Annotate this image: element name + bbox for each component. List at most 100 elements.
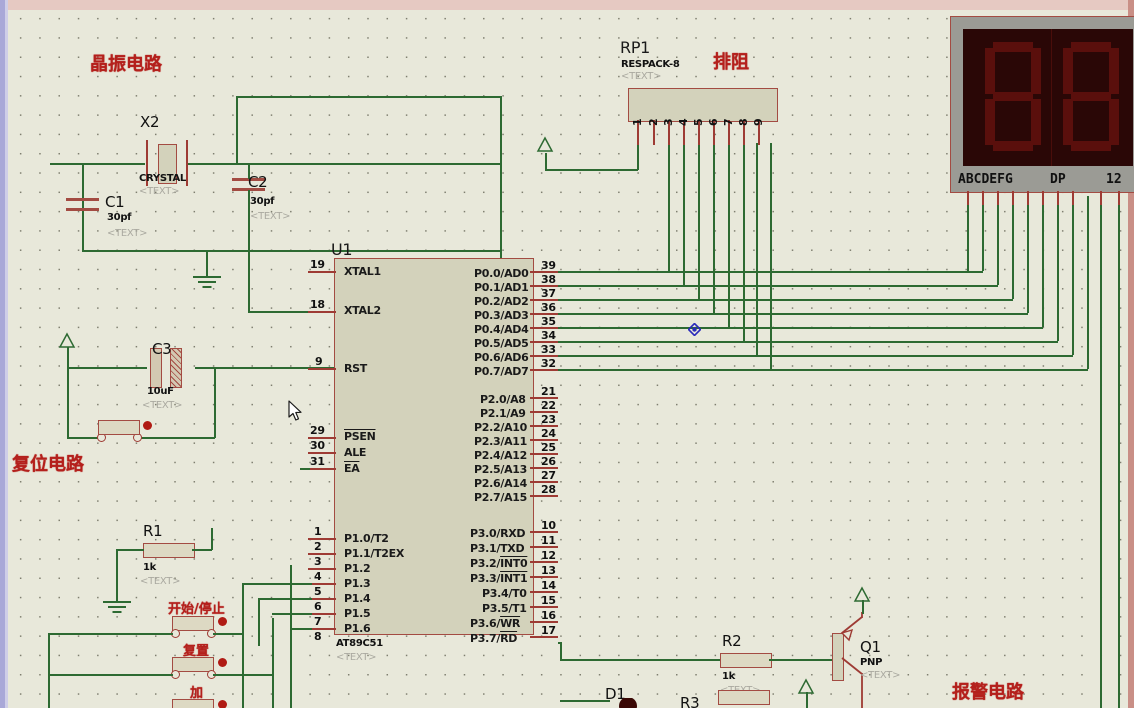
- wire-btn1-right: [213, 633, 243, 635]
- u1-text-tag: <TEXT>: [336, 652, 377, 663]
- u1-pin-num-21: 21: [541, 385, 556, 398]
- display-pin-stub-a: [967, 191, 969, 205]
- d1-led-symbol[interactable]: [610, 698, 646, 708]
- rp1-body[interactable]: [628, 88, 778, 122]
- bus-disp-horiz-c: [698, 299, 1013, 301]
- btn-start-stop-actuator[interactable]: [218, 617, 227, 626]
- u1-pin-label-p02: P0.2/AD2: [474, 295, 529, 308]
- u1-pin-label-psen: PSEN: [344, 430, 376, 443]
- u1-pin-num-24: 24: [541, 427, 556, 440]
- bus-disp-vert-a: [982, 196, 984, 271]
- u1-pin-stub-4: [308, 583, 336, 585]
- u1-pin-stub-2: [308, 553, 336, 555]
- wire-r2-left: [560, 659, 720, 661]
- u1-pin-label-p37: P3.7/RD: [470, 632, 518, 645]
- wire-r1-right-up: [211, 528, 213, 550]
- seven-segment-digit-1: [985, 42, 1043, 152]
- rp1-pin-num-6: 6: [707, 118, 720, 126]
- bus-vert-p06: [756, 143, 758, 356]
- display-pin-stub-b: [982, 191, 984, 205]
- rp1-value-label: RESPACK-8: [621, 59, 680, 70]
- u1-pin-label-p00: P0.0/AD0: [474, 267, 529, 280]
- wire-reset-top: [67, 367, 147, 369]
- c1-text-tag: <TEXT>: [107, 228, 148, 239]
- wire-btn-column-left: [48, 633, 50, 708]
- u1-pin-stub-3: [308, 568, 336, 570]
- annotation-resistor-pack: 排阻: [713, 52, 749, 73]
- r1-body[interactable]: [143, 543, 195, 558]
- wire-ea-left: [300, 468, 310, 470]
- mouse-cursor: [288, 400, 302, 421]
- bus-wire-p05: [558, 341, 743, 343]
- p1-bus-horiz-5: [258, 598, 312, 600]
- bus-disp-horiz-dp: [770, 369, 1088, 371]
- wire-r1-gnd-stem: [116, 549, 118, 601]
- btn-start-stop-lever[interactable]: [172, 616, 214, 631]
- u1-pin-num-2: 2: [314, 540, 322, 553]
- bus-wire-p03: [558, 313, 713, 315]
- u1-pin-num-39: 39: [541, 259, 556, 272]
- r1-ref-label: R1: [143, 522, 163, 540]
- bus-wire-p02: [558, 299, 698, 301]
- bus-wire-p00: [558, 271, 668, 273]
- annotation-start-stop: 开始/停止: [168, 602, 225, 617]
- btn-reset-actuator[interactable]: [218, 658, 227, 667]
- wire-r1-left: [116, 549, 144, 551]
- u1-pin-num-6: 6: [314, 600, 322, 613]
- btn-increment-lever[interactable]: [172, 699, 214, 708]
- bus-disp-vert-c: [1012, 196, 1014, 299]
- btn-reset-lever[interactable]: [172, 657, 214, 672]
- power-symbol-rp1: [536, 136, 554, 152]
- bus-wire-p04: [558, 327, 728, 329]
- r2-body[interactable]: [720, 653, 772, 668]
- u1-pin-stub-30: [308, 452, 336, 454]
- display-pin-stub-d1: [1100, 191, 1102, 205]
- net-selection-marker[interactable]: [688, 323, 701, 336]
- r2-ref-label: R2: [722, 632, 742, 650]
- segment-f: [1063, 48, 1073, 94]
- wire-xtal1-up: [236, 96, 238, 164]
- u1-pin-num-10: 10: [541, 519, 556, 532]
- segment-g: [1071, 92, 1111, 101]
- segment-e: [985, 99, 995, 145]
- bus-disp-vert-dp: [1087, 196, 1089, 369]
- wire-p37-out: [558, 642, 562, 644]
- bus-disp-vert-g: [1072, 196, 1074, 355]
- reset-switch-lever[interactable]: [98, 420, 140, 435]
- wire-gnd-stem: [206, 250, 208, 276]
- u1-pin-label-p27: P2.7/A15: [474, 491, 527, 504]
- u1-pin-num-30: 30: [310, 439, 325, 452]
- u1-pin-label-p31: P3.1/TXD: [470, 542, 525, 555]
- u1-pin-num-14: 14: [541, 579, 556, 592]
- rp1-pin-num-8: 8: [737, 118, 750, 126]
- u1-pin-stub-19: [308, 271, 336, 273]
- rp1-pin-num-9: 9: [752, 118, 765, 126]
- u1-pin-label-p15: P1.5: [344, 607, 371, 620]
- seven-segment-digit-2: [1063, 42, 1121, 152]
- btn-increment-actuator[interactable]: [218, 700, 227, 708]
- rp1-text-tag: <TEXT>: [621, 71, 662, 82]
- rp1-pin-num-3: 3: [662, 118, 675, 126]
- u1-pin-num-1: 1: [314, 525, 322, 538]
- u1-pin-stub-5: [308, 598, 336, 600]
- r3-body[interactable]: [718, 690, 770, 705]
- ground-symbol-r1: [102, 601, 131, 615]
- r1-value-label: 1k: [143, 562, 157, 573]
- u1-pin-num-12: 12: [541, 549, 556, 562]
- wire-rp1-pin1-left: [545, 169, 638, 171]
- u1-pin-label-p13: P1.3: [344, 577, 371, 590]
- wire-vcc-reset-stem: [67, 347, 69, 367]
- bus-wire-p06: [558, 355, 756, 357]
- c1-plate-bottom: [66, 208, 99, 211]
- wire-c2-branch: [500, 96, 502, 251]
- crystal-value-label: CRYSTAL: [139, 173, 186, 184]
- wire-xtal-top-left: [50, 163, 145, 165]
- c1-plate-top: [66, 198, 99, 201]
- schematic-canvas[interactable]: 晶振电路 排阻 复位电路 报警电路 X2 CRYSTAL <TEXT> C1 3…: [0, 0, 1134, 708]
- wire-xtal2-vert: [248, 250, 250, 312]
- u1-pin-num-15: 15: [541, 594, 556, 607]
- u1-pin-label-p20: P2.0/A8: [480, 393, 526, 406]
- power-symbol-q1: [853, 586, 871, 602]
- wire-reset-left-down: [67, 367, 69, 437]
- reset-switch-actuator[interactable]: [143, 421, 152, 430]
